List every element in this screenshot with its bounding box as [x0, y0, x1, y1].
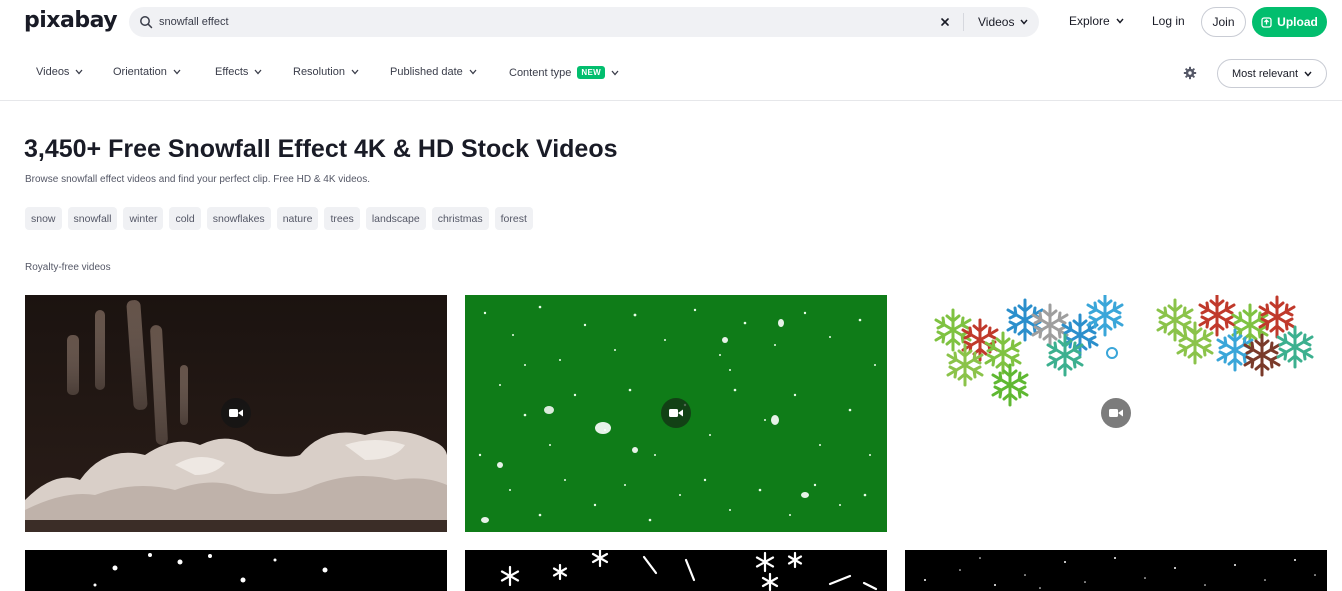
explore-label: Explore [1069, 14, 1110, 28]
filter-effects[interactable]: Effects [215, 66, 262, 78]
thumbnail-image [465, 550, 887, 591]
filter-label: Content type [509, 66, 572, 79]
thumbnail-image [25, 550, 447, 591]
join-button[interactable]: Join [1201, 7, 1246, 37]
tag-chip[interactable]: christmas [431, 207, 489, 230]
filter-label: Resolution [293, 66, 345, 78]
filter-label: Effects [215, 66, 249, 78]
chevron-down-icon [173, 69, 181, 75]
tag-chip[interactable]: landscape [365, 207, 426, 230]
video-camera-icon [221, 398, 251, 428]
filter-published-date[interactable]: Published date [390, 66, 477, 78]
chevron-down-icon [611, 70, 619, 75]
chevron-down-icon [469, 69, 477, 75]
join-label: Join [1212, 15, 1235, 29]
thumbnail-image [905, 550, 1327, 591]
video-thumbnail[interactable] [905, 295, 1327, 532]
filter-label: Published date [390, 66, 463, 78]
pixabay-logo[interactable]: pixabay [24, 8, 118, 34]
new-badge: NEW [577, 66, 605, 79]
sort-label: Most relevant [1231, 67, 1299, 80]
video-thumbnail[interactable] [905, 550, 1327, 591]
search-input[interactable] [159, 12, 939, 32]
related-tags: snow snowfall winter cold snowflakes nat… [25, 207, 533, 230]
tag-chip[interactable]: snowfall [67, 207, 118, 230]
login-link[interactable]: Log in [1152, 14, 1185, 28]
filter-videos[interactable]: Videos [36, 66, 83, 78]
filter-bar: Videos Orientation Effects Resolution Pu… [0, 52, 1342, 101]
tag-chip[interactable]: nature [276, 207, 319, 230]
upload-label: Upload [1277, 15, 1318, 29]
chevron-down-icon [75, 69, 83, 75]
tag-chip[interactable]: trees [324, 207, 360, 230]
media-type-select[interactable]: Videos [978, 13, 1029, 31]
video-thumbnail[interactable] [25, 295, 447, 532]
upload-button[interactable]: Upload [1252, 7, 1327, 37]
chevron-down-icon [351, 69, 359, 75]
filter-label: Orientation [113, 66, 167, 78]
page-title: 3,450+ Free Snowfall Effect 4K & HD Stoc… [24, 135, 618, 163]
chevron-down-icon [1304, 71, 1312, 77]
tag-chip[interactable]: cold [169, 207, 201, 230]
sort-select[interactable]: Most relevant [1217, 59, 1327, 88]
tag-chip[interactable]: forest [494, 207, 533, 230]
search-bar: Videos [129, 7, 1039, 37]
tag-chip[interactable]: winter [123, 207, 164, 230]
chevron-down-icon [1020, 19, 1029, 25]
clear-search-icon[interactable] [938, 15, 952, 29]
filter-content-type[interactable]: Content type NEW [509, 66, 619, 79]
filter-orientation[interactable]: Orientation [113, 66, 181, 78]
chevron-down-icon [254, 69, 262, 75]
search-divider [963, 13, 964, 31]
video-thumbnail[interactable] [25, 550, 447, 591]
filter-label: Videos [36, 66, 70, 78]
explore-menu[interactable]: Explore [1069, 14, 1124, 28]
upload-icon [1261, 16, 1272, 28]
section-label: Royalty-free videos [25, 262, 111, 273]
video-thumbnail[interactable] [465, 550, 887, 591]
gear-icon[interactable] [1183, 66, 1197, 80]
chevron-down-icon [1116, 18, 1124, 24]
filter-resolution[interactable]: Resolution [293, 66, 359, 78]
top-bar: pixabay Videos Explore Log in Join Uploa… [0, 0, 1342, 44]
video-camera-icon [661, 398, 691, 428]
video-camera-icon [1101, 398, 1131, 428]
tag-chip[interactable]: snow [25, 207, 62, 230]
search-icon [140, 16, 153, 29]
tag-chip[interactable]: snowflakes [206, 207, 271, 230]
video-thumbnail[interactable] [465, 295, 887, 532]
page-subtitle: Browse snowfall effect videos and find y… [25, 174, 370, 185]
media-type-label: Videos [978, 15, 1015, 29]
